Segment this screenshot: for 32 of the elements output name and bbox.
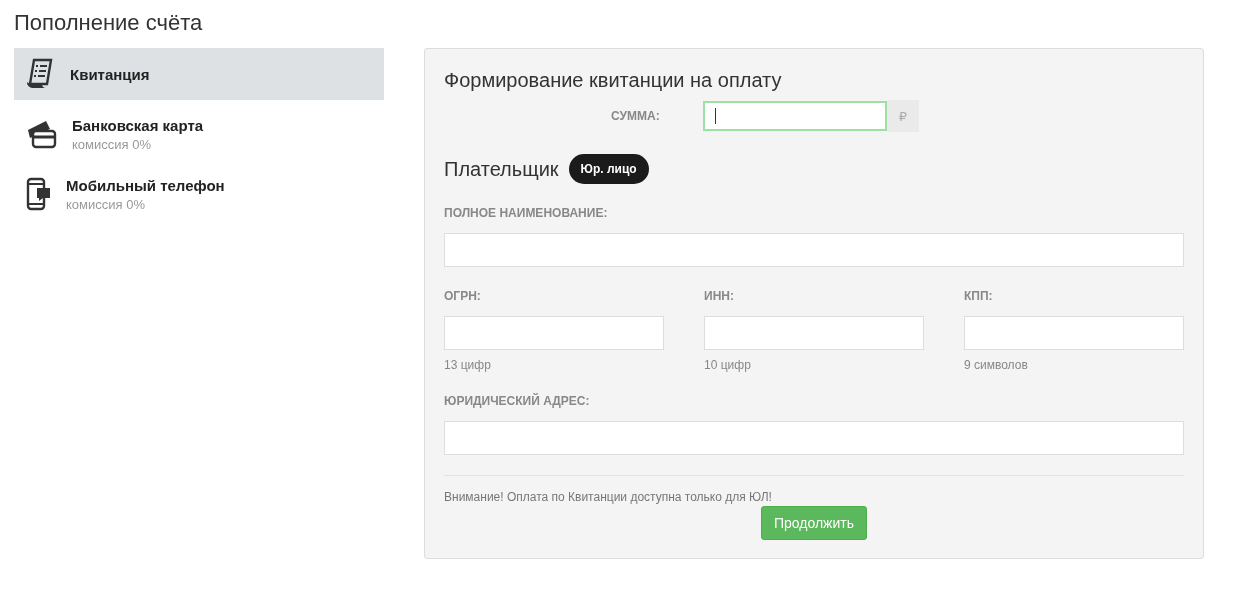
notice-text: Внимание! Оплата по Квитанции доступна только для ЮЛ! [444, 490, 773, 504]
method-label: Мобильный телефон [66, 176, 225, 194]
method-label: Банковская карта [72, 116, 204, 134]
input-field[interactable] [444, 316, 664, 350]
field-label: ПОЛНОЕ НАИМЕНОВАНИЕ: [444, 206, 609, 220]
field-hint: 9 символов [964, 358, 1029, 372]
field-label: ОГРН: [444, 289, 482, 303]
page-title: Пополнение счёта [14, 9, 204, 37]
commission-text: комиссия 0% [72, 136, 152, 152]
input-field[interactable] [964, 316, 1184, 350]
phone-message-icon [25, 177, 51, 211]
input-field[interactable] [704, 316, 924, 350]
payer-type-badge[interactable]: Юр. лицо [568, 154, 649, 184]
currency-addon: ₽ [887, 100, 919, 132]
input-field[interactable] [444, 421, 1184, 455]
amount-field[interactable] [703, 101, 887, 131]
payment-method-item[interactable]: Квитанция [14, 48, 384, 100]
field-label: КПП: [964, 289, 994, 303]
payer-heading: Плательщик [444, 157, 559, 181]
input-field[interactable] [444, 233, 1184, 267]
payment-method-item[interactable]: Мобильный телефон комиссия 0% [14, 168, 384, 220]
form-title: Формирование квитанции на оплату [444, 69, 783, 92]
payment-method-item[interactable]: Банковская карта комиссия 0% [14, 108, 384, 160]
field-hint: 10 цифр [704, 358, 752, 372]
bank-cards-icon [25, 118, 57, 150]
amount-label: СУММА: [611, 109, 661, 123]
receipt-icon [25, 58, 55, 90]
field-hint: 13 цифр [444, 358, 492, 372]
commission-text: комиссия 0% [66, 196, 146, 212]
field-label: ЮРИДИЧЕСКИЙ АДРЕС: [444, 394, 591, 408]
field-label: ИНН: [704, 289, 735, 303]
method-label: Квитанция [70, 65, 150, 83]
